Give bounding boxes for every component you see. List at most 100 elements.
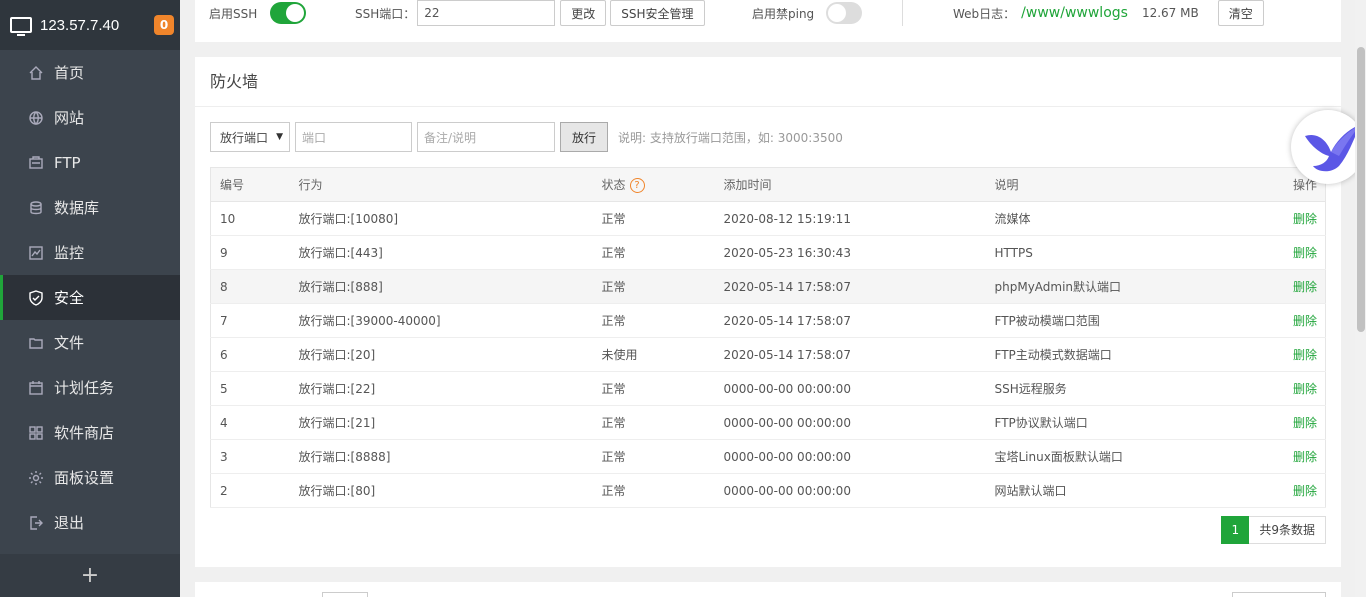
delete-link[interactable]: 删除	[1293, 314, 1317, 328]
sidebar-item-cron[interactable]: 计划任务	[0, 365, 180, 410]
weblog-size: 12.67 MB	[1141, 6, 1199, 20]
sidebar-item-store[interactable]: 软件商店	[0, 410, 180, 455]
sidebar-item-ftp[interactable]: FTP	[0, 140, 180, 185]
ping-toggle[interactable]	[826, 2, 863, 24]
folder-icon	[27, 334, 45, 352]
sidebar-item-files[interactable]: 文件	[0, 320, 180, 365]
row-action: 放行端口:[443]	[298, 235, 602, 270]
weblog-path-link[interactable]: /www/wwwlogs	[1021, 5, 1128, 21]
firewall-table: 编号 行为 状态? 添加时间 说明 操作 10 放行端口:[10080] 正常 202…	[210, 167, 1326, 508]
firewall-title: 防火墙	[195, 57, 1341, 107]
row-action: 放行端口:[888]	[298, 269, 602, 304]
notification-badge[interactable]: 0	[154, 15, 174, 35]
bird-assistant-icon[interactable]	[1291, 110, 1365, 184]
ssh-manage-button[interactable]: SSH安全管理	[610, 0, 705, 26]
add-button[interactable]: +	[0, 554, 180, 597]
sidebar-item-label: 计划任务	[54, 379, 115, 397]
shield-icon	[27, 289, 45, 307]
firewall-panel: 防火墙 放行端口 ▼ 端口 备注/说明 放行 说明: 支持放行端口范围，如: 3…	[195, 57, 1341, 567]
row-action: 放行端口:[21]	[298, 405, 602, 440]
col-time: 添加时间	[723, 167, 995, 202]
clear-log-button[interactable]: 清空	[1217, 0, 1264, 26]
sidebar-item-label: 面板设置	[54, 469, 115, 487]
ssh-toggle[interactable]	[270, 2, 307, 24]
delete-link[interactable]: 删除	[1293, 484, 1317, 498]
scrollbar-thumb[interactable]	[1357, 47, 1365, 332]
sidebar-item-label: 首页	[54, 64, 85, 82]
table-row: 7 放行端口:[39000-40000] 正常 2020-05-14 17:58:07…	[210, 303, 1326, 338]
row-id: 10	[210, 201, 299, 236]
row-status: 正常	[601, 269, 724, 304]
firewall-hint: 说明: 支持放行端口范围，如: 3000:3500	[618, 130, 843, 145]
delete-link[interactable]: 删除	[1293, 416, 1317, 430]
delete-link[interactable]: 删除	[1293, 246, 1317, 260]
row-note: SSH远程服务	[994, 371, 1285, 406]
total-count: 共9条数据	[1249, 516, 1326, 544]
row-op-cell: 删除	[1284, 269, 1326, 304]
row-note: FTP协议默认端口	[994, 405, 1285, 440]
col-status-label: 状态	[601, 178, 626, 192]
server-ip: 123.57.7.40	[40, 16, 120, 34]
row-note: 流媒体	[994, 201, 1285, 236]
delete-link[interactable]: 删除	[1293, 382, 1317, 396]
sidebar-item-database[interactable]: 数据库	[0, 185, 180, 230]
note-input[interactable]: 备注/说明	[417, 122, 555, 152]
sidebar: 123.57.7.40 0 首页 网站 FTP 数据库 监控 安全 文件 计划任…	[0, 0, 180, 597]
page-scrollbar[interactable]	[1355, 0, 1366, 597]
row-id: 7	[210, 303, 299, 338]
row-op-cell: 删除	[1284, 337, 1326, 372]
sidebar-item-label: 软件商店	[54, 424, 115, 442]
table-row: 5 放行端口:[22] 正常 0000-00-00 00:00:00 SSH远程服务 删除	[210, 371, 1326, 406]
row-status: 正常	[601, 473, 724, 508]
ftp-icon	[27, 154, 45, 172]
weblog-label: Web日志：	[953, 6, 1016, 21]
delete-link[interactable]: 删除	[1293, 348, 1317, 362]
logout-icon	[27, 514, 45, 532]
row-op-cell: 删除	[1284, 201, 1326, 236]
row-id: 2	[210, 473, 299, 508]
ssh-port-input[interactable]: 22	[417, 0, 556, 26]
rule-type-value: 放行端口	[220, 130, 269, 145]
row-id: 8	[210, 269, 299, 304]
row-id: 5	[210, 371, 299, 406]
row-id: 3	[210, 439, 299, 474]
sidebar-item-settings[interactable]: 面板设置	[0, 455, 180, 500]
database-icon	[27, 199, 45, 217]
sidebar-item-website[interactable]: 网站	[0, 95, 180, 140]
sidebar-item-label: 数据库	[54, 199, 100, 217]
delete-link[interactable]: 删除	[1293, 280, 1317, 294]
table-row: 8 放行端口:[888] 正常 2020-05-14 17:58:07 phpMyAdm…	[210, 269, 1326, 304]
page-current[interactable]: 1	[1221, 516, 1250, 544]
row-id: 6	[210, 337, 299, 372]
sidebar-item-label: 网站	[54, 109, 85, 127]
row-time: 2020-08-12 15:19:11	[723, 201, 995, 236]
divider	[902, 0, 903, 26]
calendar-icon	[27, 379, 45, 397]
row-note: FTP主动模式数据端口	[994, 337, 1285, 372]
allow-button[interactable]: 放行	[560, 122, 609, 152]
row-op-cell: 删除	[1284, 473, 1326, 508]
row-time: 2020-05-14 17:58:07	[723, 303, 995, 338]
next-panel	[195, 582, 1341, 597]
delete-link[interactable]: 删除	[1293, 212, 1317, 226]
sidebar-item-monitor[interactable]: 监控	[0, 230, 180, 275]
row-id: 4	[210, 405, 299, 440]
port-input[interactable]: 端口	[295, 122, 412, 152]
row-op-cell: 删除	[1284, 439, 1326, 474]
sidebar-item-logout[interactable]: 退出	[0, 500, 180, 545]
gear-icon	[27, 469, 45, 487]
row-time: 2020-05-14 17:58:07	[723, 269, 995, 304]
rule-type-select[interactable]: 放行端口 ▼	[210, 122, 290, 152]
col-action: 行为	[298, 167, 602, 202]
sidebar-item-security[interactable]: 安全	[0, 275, 180, 320]
row-note: FTP被动模端口范围	[994, 303, 1285, 338]
row-note: phpMyAdmin默认端口	[994, 269, 1285, 304]
sidebar-item-home[interactable]: 首页	[0, 50, 180, 95]
table-row: 3 放行端口:[8888] 正常 0000-00-00 00:00:00 宝塔Linux…	[210, 439, 1326, 474]
row-action: 放行端口:[10080]	[298, 201, 602, 236]
delete-link[interactable]: 删除	[1293, 450, 1317, 464]
help-icon[interactable]: ?	[629, 178, 645, 193]
monitor-icon	[10, 17, 32, 36]
change-port-button[interactable]: 更改	[560, 0, 607, 26]
row-action: 放行端口:[80]	[298, 473, 602, 508]
